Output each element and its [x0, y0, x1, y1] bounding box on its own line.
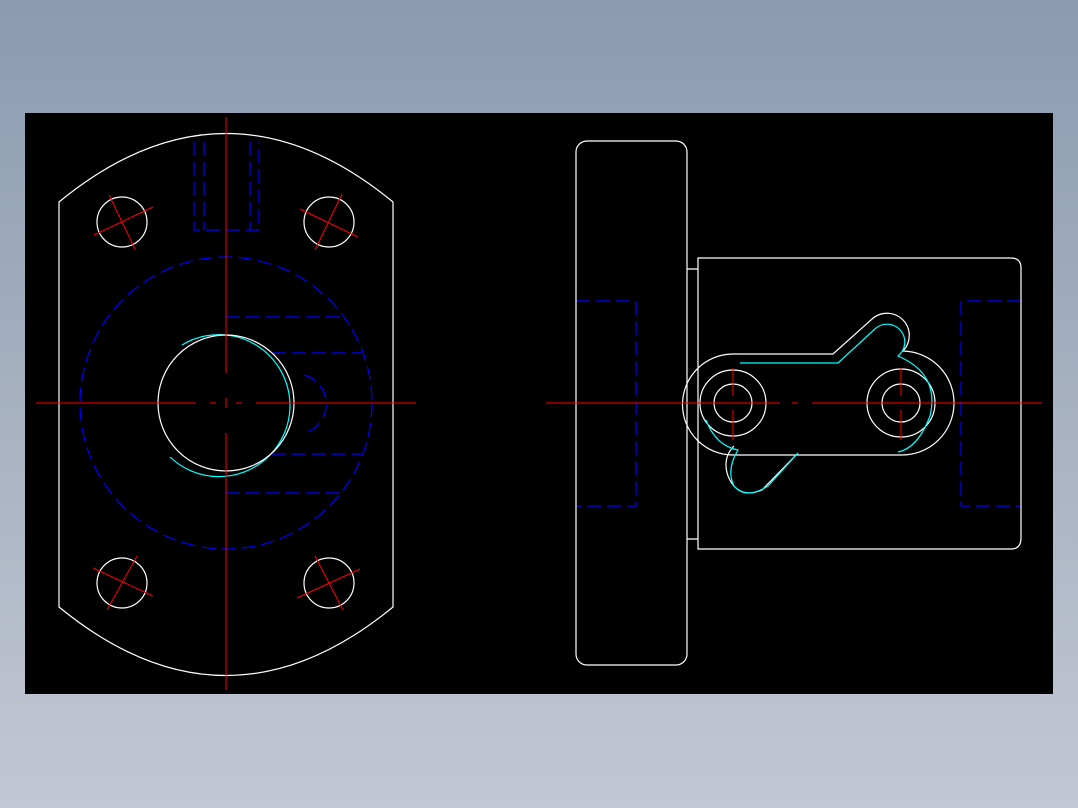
drawing-canvas[interactable]: [25, 113, 1053, 694]
cad-viewport[interactable]: [0, 0, 1078, 808]
drawing-svg: [25, 113, 1053, 694]
